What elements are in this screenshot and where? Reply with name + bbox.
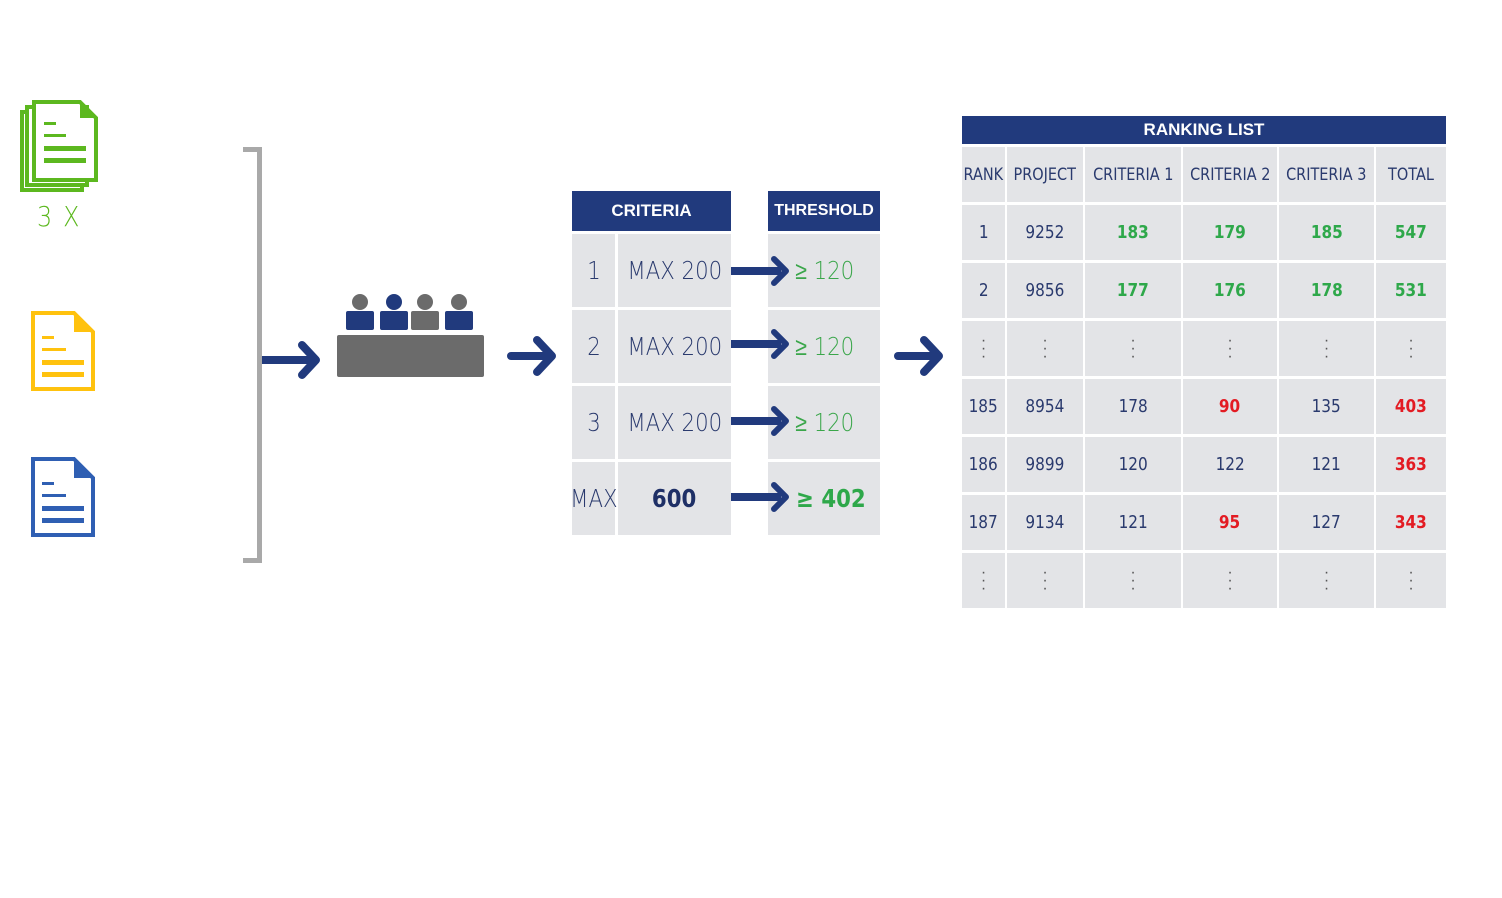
ellipsis-icon: · · · <box>1227 331 1233 365</box>
yellow-document-icon <box>31 311 95 391</box>
ranking-cell-total: · · · <box>1376 321 1446 376</box>
document-multiplier-label: 3 X <box>37 200 82 233</box>
ellipsis-icon: · · · <box>1323 563 1330 597</box>
arrow-right-icon <box>262 341 320 379</box>
arrow-right-icon <box>731 406 789 436</box>
ellipsis-icon: · · · <box>1323 331 1330 365</box>
ranking-cell-project: 8954 <box>1007 379 1083 434</box>
ellipsis-icon: · · · <box>1130 331 1136 365</box>
ranking-cell-criteria-2: 95 <box>1183 495 1277 550</box>
ellipsis-icon: · · · <box>1042 563 1048 597</box>
criteria-value-cell: MAX 200 <box>618 234 731 307</box>
ranking-cell-total: 403 <box>1376 379 1446 434</box>
blue-document-icon <box>31 457 95 537</box>
document-stack-icon <box>20 100 98 192</box>
ranking-cell-rank: · · · <box>962 321 1005 376</box>
ellipsis-icon: · · · <box>980 331 987 365</box>
ranking-cell-project: 9252 <box>1007 205 1083 260</box>
ranking-cell-criteria-3: · · · <box>1279 321 1374 376</box>
ranking-cell-total: 531 <box>1376 263 1446 318</box>
jury-panel-icon <box>337 294 484 377</box>
ranking-cell-criteria-3: · · · <box>1279 553 1374 608</box>
ranking-cell-project: 9899 <box>1007 437 1083 492</box>
input-bracket <box>243 147 262 563</box>
ranking-cell-total: 343 <box>1376 495 1446 550</box>
ranking-cell-rank: 186 <box>962 437 1005 492</box>
column-header-total: TOTAL <box>1376 147 1446 202</box>
ranking-cell-total: 363 <box>1376 437 1446 492</box>
ranking-cell-criteria-2: · · · <box>1183 321 1277 376</box>
ranking-cell-criteria-1: 120 <box>1085 437 1181 492</box>
ranking-cell-criteria-3: 135 <box>1279 379 1374 434</box>
ranking-cell-criteria-1: 177 <box>1085 263 1181 318</box>
criteria-index-cell: 1 <box>572 234 615 307</box>
ellipsis-icon: · · · <box>1130 563 1136 597</box>
ellipsis-icon: · · · <box>1408 331 1414 365</box>
ranking-cell-rank: 187 <box>962 495 1005 550</box>
arrow-right-icon <box>731 256 789 286</box>
ranking-cell-criteria-1: · · · <box>1085 553 1181 608</box>
ranking-cell-total: · · · <box>1376 553 1446 608</box>
ranking-cell-criteria-1: 121 <box>1085 495 1181 550</box>
ranking-cell-criteria-3: 185 <box>1279 205 1374 260</box>
ranking-cell-project: · · · <box>1007 553 1083 608</box>
criteria-max-value-cell: 600 <box>618 462 731 535</box>
arrow-right-icon <box>731 329 789 359</box>
ranking-list-title: RANKING LIST <box>962 116 1446 144</box>
ranking-cell-criteria-3: 121 <box>1279 437 1374 492</box>
ranking-cell-project: 9134 <box>1007 495 1083 550</box>
ellipsis-icon: · · · <box>1408 563 1414 597</box>
ranking-cell-criteria-3: 178 <box>1279 263 1374 318</box>
ranking-cell-rank: 2 <box>962 263 1005 318</box>
ranking-cell-total: 547 <box>1376 205 1446 260</box>
column-header-criteria-3: CRITERIA 3 <box>1279 147 1374 202</box>
ranking-cell-rank: · · · <box>962 553 1005 608</box>
arrow-right-icon <box>894 336 943 376</box>
criteria-value-cell: MAX 200 <box>618 386 731 459</box>
ranking-cell-criteria-3: 127 <box>1279 495 1374 550</box>
threshold-header: THRESHOLD <box>768 191 880 231</box>
ranking-cell-project: · · · <box>1007 321 1083 376</box>
ranking-cell-criteria-2: · · · <box>1183 553 1277 608</box>
criteria-index-cell: 3 <box>572 386 615 459</box>
criteria-value-cell: MAX 200 <box>618 310 731 383</box>
ranking-cell-criteria-1: 183 <box>1085 205 1181 260</box>
criteria-index-cell: 2 <box>572 310 615 383</box>
ranking-cell-criteria-2: 122 <box>1183 437 1277 492</box>
column-header-criteria-2: CRITERIA 2 <box>1183 147 1277 202</box>
arrow-right-icon <box>731 482 789 512</box>
criteria-header: CRITERIA <box>572 191 731 231</box>
column-header-project: PROJECT <box>1007 147 1083 202</box>
column-header-criteria-1: CRITERIA 1 <box>1085 147 1181 202</box>
ellipsis-icon: · · · <box>1042 331 1048 365</box>
ellipsis-icon: · · · <box>1227 563 1233 597</box>
ranking-cell-rank: 1 <box>962 205 1005 260</box>
ranking-cell-rank: 185 <box>962 379 1005 434</box>
ranking-cell-criteria-2: 90 <box>1183 379 1277 434</box>
ranking-cell-criteria-2: 179 <box>1183 205 1277 260</box>
ranking-cell-project: 9856 <box>1007 263 1083 318</box>
ranking-cell-criteria-1: · · · <box>1085 321 1181 376</box>
criteria-max-label-cell: MAX <box>570 462 617 535</box>
arrow-right-icon <box>507 336 556 376</box>
ranking-cell-criteria-1: 178 <box>1085 379 1181 434</box>
column-header-rank: RANK <box>962 147 1005 202</box>
ranking-cell-criteria-2: 176 <box>1183 263 1277 318</box>
ellipsis-icon: · · · <box>980 563 987 597</box>
